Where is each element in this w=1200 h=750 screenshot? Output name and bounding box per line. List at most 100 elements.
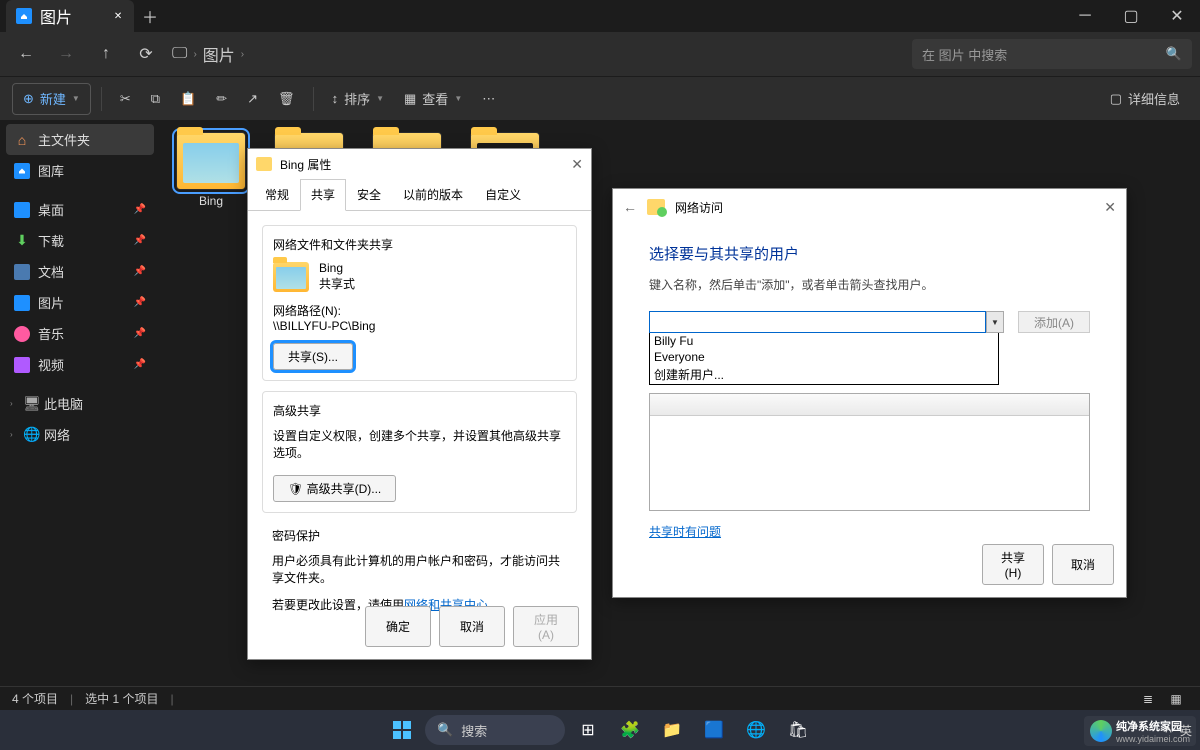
taskbar-store[interactable]: 🛍 [779, 714, 817, 746]
sidebar-item-network[interactable]: ›🌐网络 [6, 419, 154, 450]
chevron-right-icon: › [10, 399, 20, 408]
dialog-titlebar[interactable]: ← 网络访问 ✕ [613, 189, 1126, 225]
grid-view-button[interactable]: ▦ [1164, 689, 1188, 709]
share-icon: ↗ [247, 91, 258, 107]
folder-icon [256, 157, 272, 171]
back-button[interactable]: ← [623, 199, 637, 215]
paste-button[interactable]: 📋 [172, 83, 204, 115]
chevron-down-icon: ▼ [991, 318, 999, 327]
pin-icon: 📌 [134, 359, 146, 370]
sidebar-item-downloads[interactable]: ⬇下载📌 [6, 225, 154, 256]
up-button[interactable]: ↑ [88, 36, 124, 72]
share-button[interactable]: 共享(H) [982, 544, 1044, 585]
user-permission-list[interactable] [649, 393, 1090, 511]
selected-count: 选中 1 个项目 [85, 690, 158, 707]
delete-button[interactable]: 🗑 [270, 83, 303, 115]
close-tab-icon[interactable]: ✕ [110, 8, 126, 24]
task-view-button[interactable]: ⊞ [569, 714, 607, 746]
taskbar-explorer[interactable]: 📁 [653, 714, 691, 746]
folder-icon [176, 132, 246, 190]
dialog-titlebar[interactable]: Bing 属性 ✕ [248, 149, 591, 179]
ok-button[interactable]: 确定 [365, 606, 431, 647]
close-window-button[interactable]: ✕ [1154, 0, 1200, 32]
refresh-button[interactable]: ⟳ [128, 36, 164, 72]
home-icon: ⌂ [14, 132, 30, 148]
taskbar-app[interactable]: 🟦 [695, 714, 733, 746]
more-button[interactable]: ⋯ [474, 83, 503, 115]
dropdown-option[interactable]: Everyone [650, 349, 998, 365]
close-button[interactable]: ✕ [1104, 199, 1116, 216]
list-view-button[interactable]: ≣ [1136, 689, 1160, 709]
separator [101, 87, 102, 111]
tab-customize[interactable]: 自定义 [474, 179, 532, 210]
view-icon: ▦ [404, 91, 416, 107]
forward-button[interactable]: → [48, 36, 84, 72]
sidebar-item-pictures[interactable]: 图片📌 [6, 287, 154, 318]
advanced-share-button[interactable]: 🛡 高级共享(D)... [273, 475, 396, 502]
cut-icon: ✂ [120, 91, 131, 107]
separator [313, 87, 314, 111]
search-input[interactable]: 在 图片 中搜索 🔍 [912, 39, 1192, 69]
close-button[interactable]: ✕ [571, 156, 583, 173]
minimize-button[interactable]: ─ [1062, 0, 1108, 32]
start-button[interactable] [383, 714, 421, 746]
sidebar-item-home[interactable]: ⌂主文件夹 [6, 124, 154, 155]
sidebar-item-desktop[interactable]: 桌面📌 [6, 194, 154, 225]
sidebar-item-thispc[interactable]: ›🖥此电脑 [6, 388, 154, 419]
subtext: 键入名称，然后单击"添加"，或者单击箭头查找用户。 [649, 276, 1090, 293]
add-button[interactable]: 添加(A) [1018, 311, 1090, 333]
trouble-link[interactable]: 共享时有问题 [649, 523, 721, 540]
user-dropdown: Billy Fu Everyone 创建新用户... [649, 333, 999, 385]
trash-icon: 🗑 [278, 91, 295, 107]
music-icon [14, 326, 30, 342]
status-bar: 4 个项目 | 选中 1 个项目 | ≣ ▦ [0, 686, 1200, 710]
taskbar-edge[interactable]: 🌐 [737, 714, 775, 746]
sort-icon: ↕ [332, 91, 339, 106]
rename-button[interactable]: ✏ [208, 83, 235, 115]
folder-name: Bing [319, 261, 355, 275]
sidebar-item-gallery[interactable]: 图库 [6, 155, 154, 186]
details-button[interactable]: ▢ 详细信息 [1102, 83, 1188, 115]
pictures-icon [16, 8, 32, 24]
cut-button[interactable]: ✂ [112, 83, 139, 115]
breadcrumb-item[interactable]: 图片 [203, 42, 235, 66]
sidebar-item-music[interactable]: 音乐📌 [6, 318, 154, 349]
search-icon: 🔍 [437, 722, 453, 738]
taskbar-search[interactable]: 🔍搜索 [425, 715, 565, 745]
share-button[interactable]: 共享(S)... [273, 343, 353, 370]
properties-dialog: Bing 属性 ✕ 常规 共享 安全 以前的版本 自定义 网络文件和文件夹共享 … [247, 148, 592, 660]
tab-previous-versions[interactable]: 以前的版本 [392, 179, 474, 210]
user-input[interactable] [649, 311, 986, 333]
dropdown-option[interactable]: 创建新用户... [650, 365, 998, 384]
copy-button[interactable]: ⧉ [143, 83, 168, 115]
taskbar-app[interactable]: 🧩 [611, 714, 649, 746]
cancel-button[interactable]: 取消 [1052, 544, 1114, 585]
chevron-right-icon: › [241, 49, 244, 60]
breadcrumb[interactable]: 🖵 › 图片 › [172, 42, 244, 66]
share-folder-icon [647, 199, 665, 215]
back-button[interactable]: ← [8, 36, 44, 72]
new-tab-button[interactable]: ＋ [134, 0, 166, 32]
download-icon: ⬇ [14, 233, 30, 249]
sidebar-item-documents[interactable]: 文档📌 [6, 256, 154, 287]
video-icon [14, 357, 30, 373]
maximize-button[interactable]: ▢ [1108, 0, 1154, 32]
plus-icon: ⊕ [23, 91, 34, 107]
password-desc: 用户必须具有此计算机的用户帐户和密码，才能访问共享文件夹。 [272, 552, 567, 586]
tab-sharing[interactable]: 共享 [300, 179, 346, 211]
address-bar: ← → ↑ ⟳ 🖵 › 图片 › 在 图片 中搜索 🔍 [0, 32, 1200, 76]
dropdown-button[interactable]: ▼ [986, 311, 1004, 333]
tab-general[interactable]: 常规 [254, 179, 300, 210]
apply-button[interactable]: 应用(A) [513, 606, 579, 647]
sort-button[interactable]: ↕ 排序 ▼ [324, 83, 392, 115]
sidebar-item-videos[interactable]: 视频📌 [6, 349, 154, 380]
folder-bing[interactable]: Bing [172, 132, 250, 208]
tab-pictures[interactable]: 图片 ✕ [6, 0, 134, 32]
new-button[interactable]: ⊕ 新建 ▼ [12, 83, 91, 115]
cancel-button[interactable]: 取消 [439, 606, 505, 647]
dropdown-option[interactable]: Billy Fu [650, 333, 998, 349]
tab-security[interactable]: 安全 [346, 179, 392, 210]
view-button[interactable]: ▦ 查看 ▼ [396, 83, 470, 115]
desktop-icon [14, 202, 30, 218]
share-button[interactable]: ↗ [239, 83, 266, 115]
